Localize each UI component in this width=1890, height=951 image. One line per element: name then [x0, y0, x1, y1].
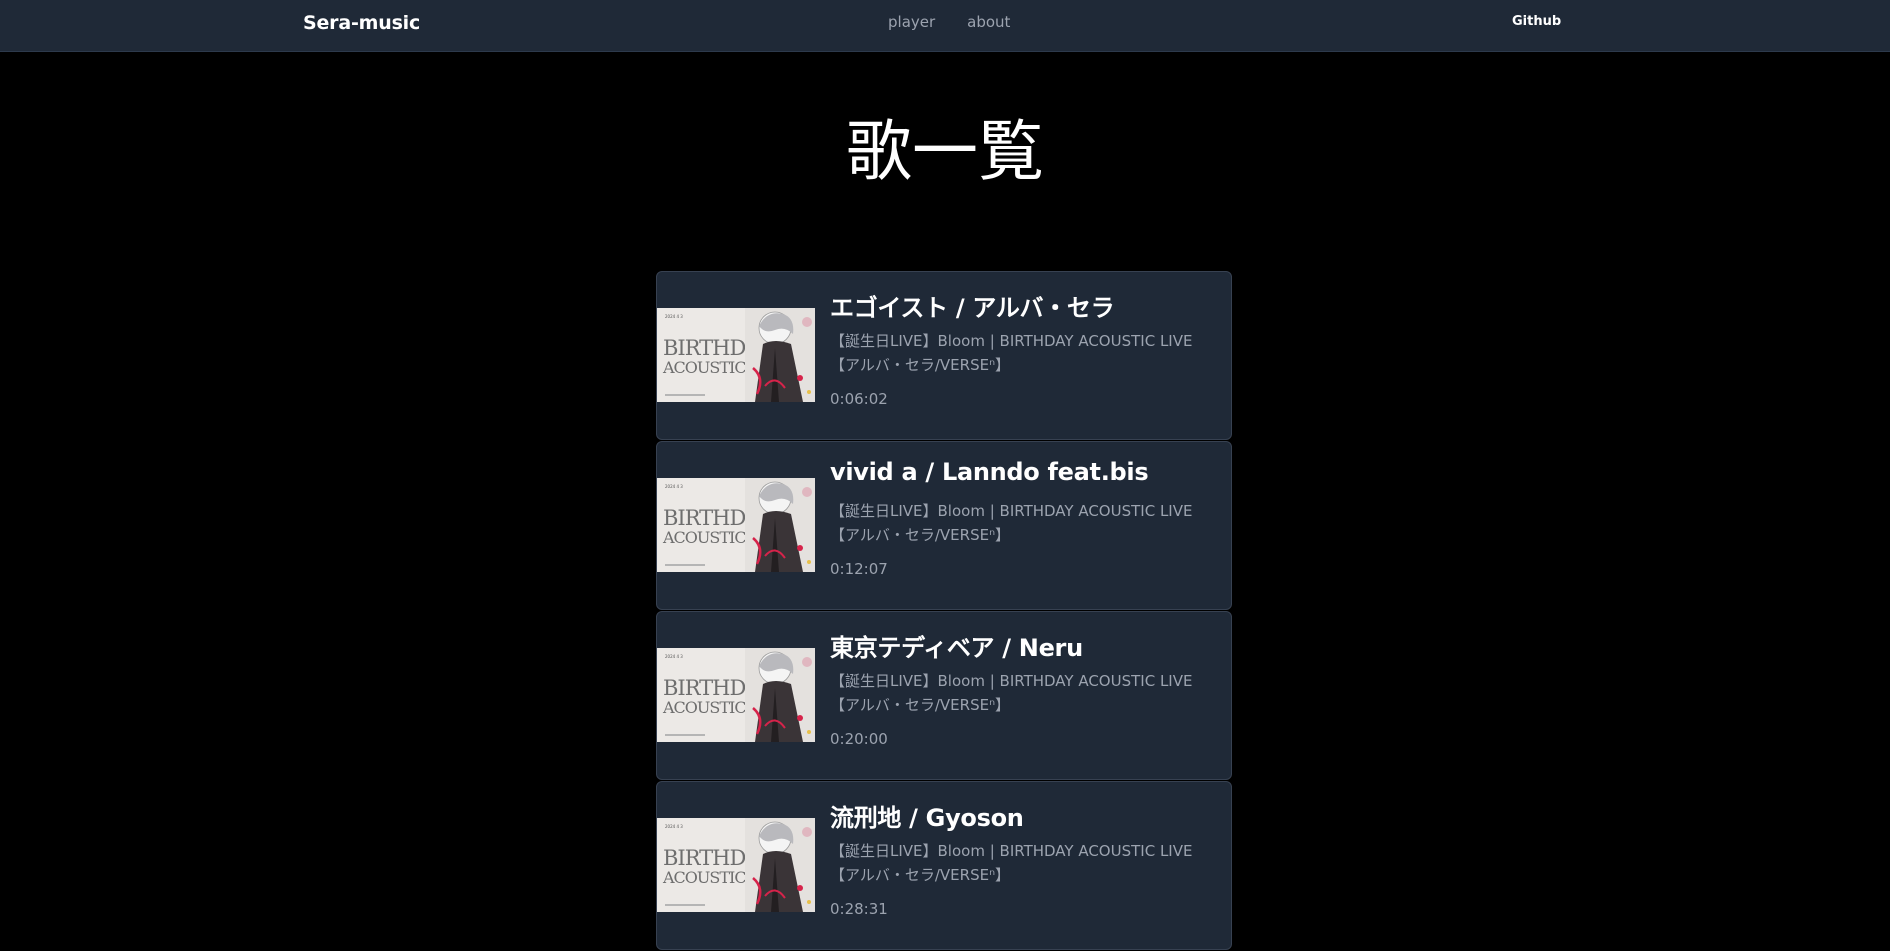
song-thumbnail: 2024 4 3 BIRTHDAY ACOUSTIC LIVE: [657, 648, 815, 742]
artist-illustration: [745, 648, 815, 742]
thumbnail-footer: [665, 564, 705, 566]
song-thumbnail: 2024 4 3 BIRTHDAY ACOUSTIC LIVE: [657, 308, 815, 402]
song-card[interactable]: 2024 4 3 BIRTHDAY ACOUSTIC LIVE 東京テディベア …: [656, 611, 1232, 780]
thumbnail-date: 2024 4 3: [665, 654, 683, 659]
song-title[interactable]: vivid a / Lanndo feat.bis: [830, 458, 1149, 486]
song-timestamp: 0:28:31: [830, 900, 888, 918]
thumbnail-date: 2024 4 3: [665, 314, 683, 319]
thumbnail-date: 2024 4 3: [665, 484, 683, 489]
nav-link-player[interactable]: player: [888, 13, 935, 31]
thumbnail-footer: [665, 904, 705, 906]
song-card[interactable]: 2024 4 3 BIRTHDAY ACOUSTIC LIVE 流刑地 / Gy…: [656, 781, 1232, 950]
song-description: 【誕生日LIVE】Bloom | BIRTHDAY ACOUSTIC LIVE【…: [830, 842, 1193, 884]
artist-illustration: [745, 308, 815, 402]
song-thumbnail: 2024 4 3 BIRTHDAY ACOUSTIC LIVE: [657, 478, 815, 572]
song-timestamp: 0:06:02: [830, 390, 888, 408]
song-timestamp: 0:12:07: [830, 560, 888, 578]
thumbnail-date: 2024 4 3: [665, 824, 683, 829]
page-title: 歌一覧: [846, 113, 1044, 190]
github-link[interactable]: Github: [1512, 14, 1561, 29]
song-thumbnail: 2024 4 3 BIRTHDAY ACOUSTIC LIVE: [657, 818, 815, 912]
song-title[interactable]: 流刑地 / Gyoson: [830, 798, 1024, 833]
thumbnail-footer: [665, 734, 705, 736]
nav-link-about[interactable]: about: [967, 13, 1010, 31]
song-card[interactable]: 2024 4 3 BIRTHDAY ACOUSTIC LIVE エゴイスト / …: [656, 271, 1232, 440]
song-title[interactable]: エゴイスト / アルバ・セラ: [830, 288, 1115, 323]
artist-illustration: [745, 478, 815, 572]
song-description: 【誕生日LIVE】Bloom | BIRTHDAY ACOUSTIC LIVE【…: [830, 672, 1193, 714]
song-description: 【誕生日LIVE】Bloom | BIRTHDAY ACOUSTIC LIVE【…: [830, 502, 1193, 544]
nav-links: player about: [888, 13, 1010, 31]
artist-illustration: [745, 818, 815, 912]
song-title[interactable]: 東京テディベア / Neru: [830, 628, 1083, 663]
song-card[interactable]: 2024 4 3 BIRTHDAY ACOUSTIC LIVE vivid a …: [656, 441, 1232, 610]
song-timestamp: 0:20:00: [830, 730, 888, 748]
song-description: 【誕生日LIVE】Bloom | BIRTHDAY ACOUSTIC LIVE【…: [830, 332, 1193, 374]
song-list: 2024 4 3 BIRTHDAY ACOUSTIC LIVE エゴイスト / …: [656, 271, 1232, 951]
top-navbar: Sera-music player about Github: [0, 0, 1890, 52]
thumbnail-footer: [665, 394, 705, 396]
brand-link[interactable]: Sera-music: [303, 12, 420, 34]
